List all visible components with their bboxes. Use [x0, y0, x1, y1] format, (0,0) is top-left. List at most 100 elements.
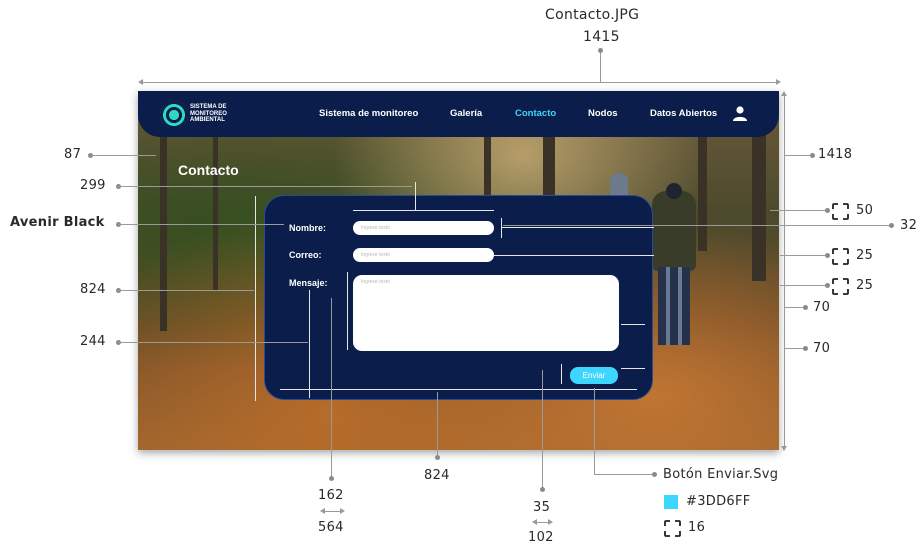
- measure-line: [309, 290, 310, 398]
- left-margin-label: 87: [64, 147, 82, 162]
- height-leader-dot: [810, 153, 815, 158]
- hiker-legs: [658, 267, 690, 345]
- label-offset-dot: [329, 476, 334, 481]
- input-height-leader: [503, 225, 893, 226]
- gap-leader-1: [780, 255, 828, 256]
- label-offset-arrow-left: [320, 508, 325, 514]
- width-leader-dot: [598, 48, 603, 53]
- title-offset-leader: [118, 186, 412, 187]
- email-field[interactable]: Ingrese texto: [353, 248, 494, 262]
- logo-text: SISTEMA DE MONITOREO AMBIENTAL: [190, 104, 227, 123]
- measure-line: [255, 196, 256, 401]
- overall-height-label: 1418: [818, 147, 853, 162]
- hiker-figure: [652, 191, 696, 271]
- gap-leader-1-dot: [825, 253, 830, 258]
- message-label: Mensaje:: [289, 278, 328, 288]
- border-radius-icon: [832, 203, 849, 220]
- width-arrow-left: [138, 79, 143, 85]
- padding-leader-1-dot: [803, 305, 808, 310]
- measure-line: [621, 368, 645, 369]
- border-radius-icon: [832, 248, 849, 265]
- left-margin-leader: [90, 155, 156, 156]
- contact-page-mockup: SISTEMA DE MONITOREO AMBIENTAL Sistema d…: [138, 91, 779, 450]
- form-width-label: 824: [424, 468, 450, 483]
- nav-item-galeria[interactable]: Galería: [450, 108, 482, 119]
- overall-width-label: 1415: [583, 29, 620, 45]
- navbar: SISTEMA DE MONITOREO AMBIENTAL Sistema d…: [138, 91, 779, 137]
- height-dimension-line: [784, 95, 785, 447]
- field-gap-label-2: 25: [856, 278, 874, 293]
- padding-leader-2-dot: [803, 346, 808, 351]
- form-height-leader: [118, 290, 254, 291]
- button-radius-label: 16: [688, 520, 706, 535]
- nav-item-nodos[interactable]: Nodos: [588, 108, 618, 119]
- width-arrow-right: [776, 79, 781, 85]
- font-note-leader: [118, 224, 284, 225]
- button-size-leader: [542, 370, 543, 488]
- height-leader: [785, 155, 812, 156]
- button-size-arrow: [536, 522, 548, 523]
- button-file-label: Botón Enviar.Svg: [663, 467, 779, 482]
- label-offset-arrow-right: [340, 508, 345, 514]
- button-color-label: #3DD6FF: [686, 494, 751, 509]
- measure-line: [501, 227, 654, 228]
- button-size-arrow-left: [532, 519, 537, 525]
- title-offset-label: 299: [80, 178, 106, 193]
- width-dimension-line: [142, 82, 776, 83]
- file-title: Contacto.JPG: [545, 7, 640, 23]
- name-label: Nombre:: [289, 223, 327, 233]
- height-arrow-bottom: [781, 446, 787, 451]
- width-leader: [600, 48, 601, 82]
- label-offset-arrow: [324, 511, 340, 512]
- button-width-label: 102: [528, 530, 554, 545]
- measure-line: [347, 272, 348, 350]
- measure-line: [561, 364, 562, 384]
- height-arrow-top: [781, 91, 787, 96]
- input-height-label: 32: [900, 218, 918, 233]
- form-height-label: 824: [80, 282, 106, 297]
- tree-trunk: [698, 131, 707, 251]
- button-size-dot: [540, 487, 545, 492]
- button-file-leader-h: [594, 474, 654, 475]
- logo-icon: [160, 101, 188, 129]
- button-file-dot: [652, 472, 657, 477]
- name-field[interactable]: Ingrese texto: [353, 221, 494, 235]
- submit-button[interactable]: Enviar: [570, 367, 618, 384]
- label-offset-top: 162: [318, 488, 344, 503]
- spacing-leader-dot: [825, 208, 830, 213]
- border-radius-icon: [664, 520, 681, 537]
- measure-line: [501, 218, 502, 238]
- form-left-offset-label: 244: [80, 334, 106, 349]
- label-offset-bottom: 564: [318, 520, 344, 535]
- tree-trunk: [543, 131, 555, 201]
- inner-padding-label-2: 70: [813, 341, 831, 356]
- field-gap-label-1: 25: [856, 248, 874, 263]
- spacing-leader: [770, 210, 828, 211]
- nav-item-sistema-de-monitoreo[interactable]: Sistema de monitoreo: [319, 108, 418, 119]
- page-title: Contacto: [178, 162, 239, 178]
- gap-leader-2-dot: [825, 283, 830, 288]
- measure-line: [353, 210, 494, 211]
- form-left-offset-leader: [118, 342, 308, 343]
- nav-item-datos-abiertos[interactable]: Datos Abiertos: [650, 108, 717, 119]
- border-radius-icon: [832, 278, 849, 295]
- message-field[interactable]: Ingrese texto: [353, 275, 619, 351]
- email-label: Correo:: [289, 250, 322, 260]
- tree-trunk: [160, 131, 167, 331]
- input-height-leader-dot: [889, 223, 894, 228]
- measure-line: [621, 324, 645, 325]
- user-icon[interactable]: [732, 105, 748, 121]
- button-size-arrow-right: [548, 519, 553, 525]
- accent-color-swatch: [664, 495, 678, 509]
- form-width-leader: [437, 392, 438, 456]
- button-file-leader: [594, 388, 595, 474]
- hiker-head: [666, 183, 682, 199]
- measure-line: [415, 182, 416, 210]
- button-height-label: 35: [533, 500, 551, 515]
- tree-trunk: [213, 131, 218, 291]
- gap-leader-2: [780, 285, 828, 286]
- input-spacing-label: 50: [856, 203, 874, 218]
- font-note-label: Avenir Black: [10, 215, 105, 230]
- nav-item-contacto[interactable]: Contacto: [515, 108, 556, 119]
- measure-line: [280, 389, 637, 390]
